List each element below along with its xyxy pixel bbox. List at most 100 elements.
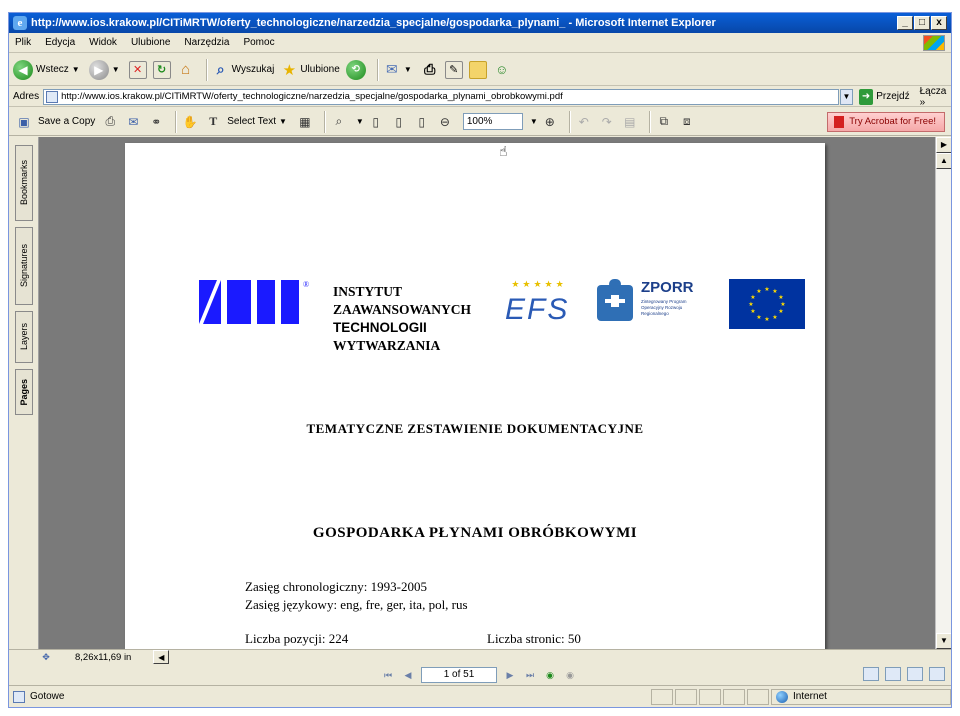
favorites-button[interactable]: ★ Ulubione (280, 61, 340, 79)
binoculars-icon[interactable]: ⚭ (147, 113, 165, 131)
maximize-button[interactable]: □ (914, 16, 930, 30)
scroll-up-arrow-icon[interactable]: ▲ (936, 153, 951, 169)
svg-text:★: ★ (750, 308, 755, 315)
continuous-facing-icon[interactable] (929, 667, 945, 681)
globe-icon (776, 690, 788, 703)
scroll-left-arrow-icon[interactable]: ◀ (153, 650, 170, 664)
zoom-input[interactable]: 100% (462, 113, 523, 130)
forward-button[interactable]: ▶ ▼ (88, 59, 123, 80)
status-text: Gotowe (30, 691, 65, 702)
chevron-down-icon[interactable]: ▼ (112, 65, 120, 74)
refresh-button[interactable]: ↻ (152, 60, 171, 79)
printer-icon: ⎙ (424, 61, 436, 77)
home-button[interactable]: ⌂ (177, 61, 195, 79)
ios-logo (199, 280, 299, 324)
address-url: http://www.ios.krakow.pl/CITiMRTW/oferty… (61, 91, 563, 102)
search-button[interactable]: ⌕ Wyszukaj (212, 61, 275, 79)
copy-icon[interactable]: ⧉ (655, 113, 673, 131)
next-view-icon[interactable]: ◉ (563, 668, 577, 682)
page-number-input[interactable]: 1 of 51 (421, 667, 497, 683)
chevron-down-icon[interactable]: ▼ (72, 65, 80, 74)
previous-page-icon[interactable]: ◀ (401, 668, 415, 682)
menu-pomoc[interactable]: Pomoc (243, 37, 274, 48)
print-icon[interactable]: ⎙ (101, 113, 119, 131)
text-cursor-icon: T (209, 114, 218, 128)
svg-text:★: ★ (764, 316, 769, 323)
menu-widok[interactable]: Widok (89, 37, 117, 48)
chevron-down-icon[interactable]: ▼ (530, 117, 538, 126)
messenger-button[interactable]: ☺ (493, 61, 511, 79)
history-button[interactable]: ⟲ (345, 59, 366, 80)
stop-button[interactable]: ✕ (128, 60, 147, 79)
actual-size-icon[interactable]: ▯ (367, 113, 385, 131)
menu-narzedzia[interactable]: Narzędzia (184, 37, 229, 48)
facing-icon[interactable] (907, 667, 923, 681)
zporr-logo-text: ZPORR (641, 279, 694, 296)
mail-button[interactable]: ✉ ▼ (383, 61, 415, 79)
edit-icon: ✎ (444, 60, 463, 79)
tab-pages[interactable]: Pages (15, 369, 33, 415)
menu-plik[interactable]: Plik (15, 37, 31, 48)
save-copy-button[interactable]: ▣ Save a Copy (15, 113, 95, 131)
scroll-right-arrow-icon[interactable]: ▶ (936, 137, 951, 153)
close-button[interactable]: x (931, 16, 947, 30)
vertical-scrollbar[interactable]: ▶ ▲ ▼ (935, 137, 951, 649)
links-button[interactable]: Łącza » (920, 86, 951, 108)
print-button[interactable]: ⎙ (421, 61, 439, 79)
zoom-out-icon[interactable]: ⊖ (436, 113, 454, 131)
rotate-right-icon[interactable]: ↷ (598, 113, 616, 131)
menu-edycja[interactable]: Edycja (45, 37, 75, 48)
zporr-logo: ZPORR Zintegrowany Program Operacyjny Ro… (595, 277, 715, 327)
tab-layers[interactable]: Layers (15, 311, 33, 363)
back-button[interactable]: ◀ Wstecz ▼ (13, 59, 83, 80)
chevron-down-icon[interactable]: ▼ (356, 117, 364, 126)
edit-button[interactable]: ✎ (444, 60, 463, 79)
tab-signatures[interactable]: Signatures (15, 227, 33, 305)
zoom-in-icon[interactable]: ⊕ (541, 113, 559, 131)
tab-bookmarks-label: Bookmarks (19, 160, 29, 206)
scroll-down-arrow-icon[interactable]: ▼ (936, 633, 951, 649)
first-page-icon[interactable]: ⏮ (381, 668, 395, 682)
try-acrobat-button[interactable]: Try Acrobat for Free! (827, 111, 945, 132)
fit-page-icon[interactable]: ▯ (390, 113, 408, 131)
continuous-icon[interactable] (885, 667, 901, 681)
fit-width-icon[interactable]: ▯ (413, 113, 431, 131)
next-page-icon[interactable]: ▶ (503, 668, 517, 682)
efs-logo-text: EFS (505, 293, 570, 326)
rotate-left-icon[interactable]: ↶ (575, 113, 593, 131)
search-label: Wyszukaj (231, 64, 275, 75)
single-page-icon[interactable] (863, 667, 879, 681)
svg-text:★: ★ (764, 286, 769, 293)
floppy-disk-icon: ▣ (18, 114, 30, 129)
document-icon[interactable]: ▤ (621, 113, 639, 131)
email-icon[interactable]: ✉ (124, 113, 142, 131)
eu-stars-icon: ★ ★★ ★★★ ★★★ ★★★ (748, 286, 785, 323)
snapshot-icon[interactable]: ▦ (296, 113, 314, 131)
pdf-viewer: Bookmarks Signatures Layers Pages ® INST… (9, 137, 951, 649)
efs-logo: ★★★★★ EFS (503, 277, 573, 333)
reflow-icon[interactable]: ⧈ (678, 113, 696, 131)
last-page-icon[interactable]: ⏭ (523, 668, 537, 682)
menu-bar: Plik Edycja Widok Ulubione Narzędzia Pom… (9, 33, 951, 53)
go-arrow-icon[interactable]: ➜ (858, 88, 874, 105)
address-dropdown-button[interactable]: ▼ (840, 88, 853, 105)
tab-bookmarks[interactable]: Bookmarks (15, 145, 33, 221)
zoom-in-tool-icon[interactable]: ⌕ (330, 113, 348, 131)
forward-arrow-icon: ▶ (88, 59, 109, 80)
chevron-down-icon[interactable]: ▼ (404, 65, 412, 74)
hand-tool-icon[interactable]: ✋ (181, 113, 199, 131)
folder-button[interactable] (468, 60, 487, 79)
minimize-button[interactable]: _ (897, 16, 913, 30)
security-zone[interactable]: Internet (771, 688, 951, 705)
pdf-page[interactable]: ® INSTYTUT ZAAWANSOWANYCH TECHNOLOGII WY… (125, 143, 825, 649)
horizontal-scrollbar[interactable]: ✥ 8,26x11,69 in ◀ (39, 650, 939, 664)
go-button[interactable]: Przejdź (876, 91, 909, 102)
menu-ulubione[interactable]: Ulubione (131, 37, 170, 48)
previous-view-icon[interactable]: ◉ (543, 668, 557, 682)
standard-toolbar: ◀ Wstecz ▼ ▶ ▼ ✕ ↻ ⌂ ⌕ Wyszukaj ★ Ulubio… (9, 54, 951, 86)
back-label: Wstecz (36, 64, 69, 75)
institute-name: INSTYTUT ZAAWANSOWANYCH TECHNOLOGII WYTW… (333, 283, 471, 355)
chevron-down-icon[interactable]: ▼ (279, 117, 287, 126)
address-input[interactable]: http://www.ios.krakow.pl/CITiMRTW/oferty… (43, 88, 840, 105)
select-text-button[interactable]: T Select Text ▼ (204, 113, 290, 131)
